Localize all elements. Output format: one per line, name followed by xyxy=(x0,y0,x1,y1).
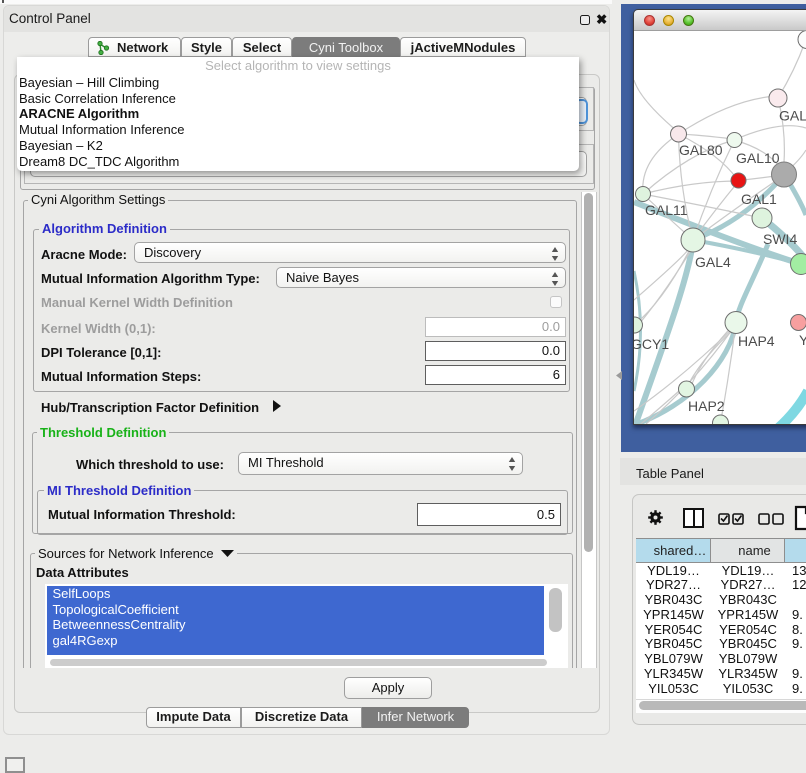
svg-text:GAL80: GAL80 xyxy=(679,142,723,158)
svg-text:Y: Y xyxy=(799,332,806,348)
svg-text:SWI4: SWI4 xyxy=(763,231,797,247)
svg-text:GAL11: GAL11 xyxy=(645,202,688,218)
svg-text:GCY1: GCY1 xyxy=(634,336,669,352)
svg-text:GAL1: GAL1 xyxy=(741,191,777,207)
svg-text:GAL: GAL xyxy=(779,108,806,124)
svg-text:HAP2: HAP2 xyxy=(688,398,725,414)
svg-text:HAP4: HAP4 xyxy=(738,333,775,349)
svg-text:GAL4: GAL4 xyxy=(695,254,731,270)
svg-text:GAL10: GAL10 xyxy=(736,150,780,166)
